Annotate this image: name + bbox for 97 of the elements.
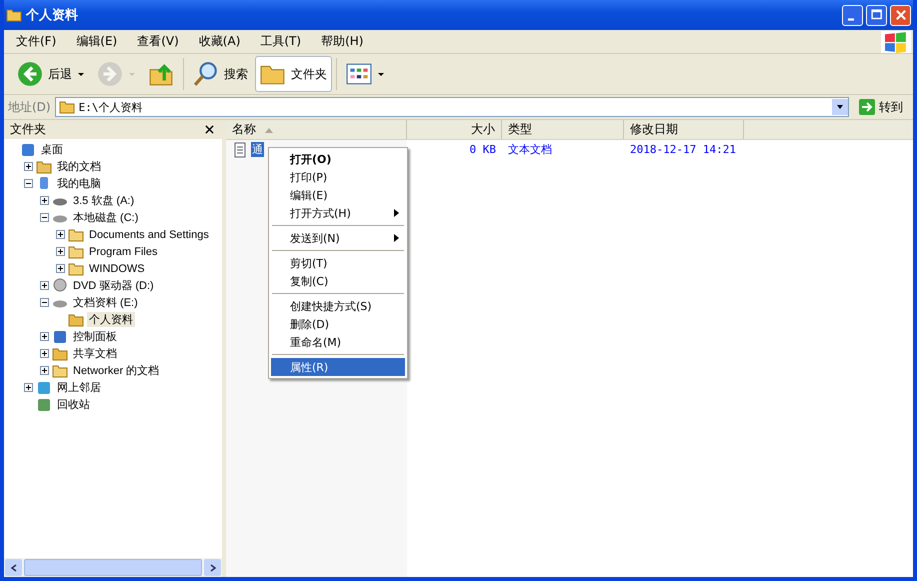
column-header[interactable]: 大小 [407, 120, 502, 139]
menu-item[interactable]: 创建快捷方式(S) [271, 297, 405, 315]
expander-icon[interactable] [40, 349, 49, 358]
folder-icon [58, 99, 75, 115]
expander-icon[interactable] [56, 264, 65, 273]
folder-icon [6, 7, 22, 23]
expander-icon[interactable] [40, 213, 49, 222]
tree-item[interactable]: 3.5 软盘 (A:) [71, 193, 136, 208]
tree-item[interactable]: Program Files [87, 246, 160, 258]
column-header[interactable]: 类型 [502, 120, 624, 139]
folder-icon [36, 158, 52, 174]
tree-item[interactable]: Networker 的文档 [71, 363, 162, 378]
file-date: 2018-12-17 14:21 [629, 143, 737, 156]
caret-icon [77, 70, 85, 78]
folders-button[interactable]: 文件夹 [255, 56, 332, 92]
close-icon[interactable] [205, 125, 214, 134]
tree-item[interactable]: WINDOWS [87, 262, 147, 274]
expander-icon[interactable] [40, 332, 49, 341]
submenu-arrow-icon [394, 234, 399, 242]
menu-item[interactable]: 复制(C) [271, 272, 405, 290]
menu-item[interactable]: 剪切(T) [271, 254, 405, 272]
expander-icon[interactable] [56, 230, 65, 239]
menu-item[interactable]: 帮助(H) [315, 33, 370, 50]
menu-item[interactable]: 打印(P) [271, 168, 405, 186]
menu-item[interactable]: 重命名(M) [271, 333, 405, 351]
tree-item[interactable]: 桌面 [39, 142, 65, 157]
menu-item[interactable]: 打开(O) [271, 150, 405, 168]
expander-icon[interactable] [56, 247, 65, 256]
minimize-button[interactable] [842, 4, 863, 26]
tree-item[interactable]: 个人资料 [87, 312, 135, 327]
menu-item[interactable]: 发送到(N) [271, 229, 405, 247]
folder-icon [68, 226, 84, 242]
menu-item[interactable]: 工具(T) [254, 33, 308, 50]
minimize-icon [848, 18, 854, 20]
windows-flag-icon [881, 30, 911, 52]
folder-icon [68, 260, 84, 276]
square-icon [52, 328, 68, 344]
menu-item[interactable]: 打开方式(H) [271, 204, 405, 222]
menu-item[interactable]: 编辑(E) [70, 33, 124, 50]
tree-item[interactable]: Documents and Settings [87, 228, 211, 240]
expander-icon[interactable] [40, 281, 49, 290]
square-icon [36, 380, 52, 396]
tree-item[interactable]: 我的文档 [55, 159, 103, 174]
address-label: 地址(D) [8, 98, 51, 116]
folder-icon [68, 244, 84, 260]
menu-item[interactable]: 文件(F) [10, 33, 62, 50]
folder-icon [52, 346, 68, 362]
menu-item[interactable]: 收藏(A) [192, 33, 246, 50]
right-arrow-icon [859, 99, 875, 115]
back-button[interactable]: 后退 [12, 56, 90, 92]
folder-icon [68, 312, 84, 328]
expander-icon[interactable] [24, 162, 33, 171]
maximize-icon [870, 8, 884, 22]
column-header[interactable]: 修改日期 [624, 120, 744, 139]
file-name[interactable]: 通 [251, 142, 264, 157]
search-button[interactable]: 搜索 [188, 56, 253, 92]
file-size: 0 KB [468, 143, 497, 156]
sort-icon [264, 126, 274, 132]
submenu-arrow-icon [394, 209, 399, 217]
tree-item[interactable]: 共享文档 [71, 346, 119, 361]
tree-item[interactable]: 文档资料 (E:) [71, 295, 140, 310]
expander-icon[interactable] [24, 383, 33, 392]
caret-icon [836, 103, 844, 111]
horizontal-scrollbar[interactable] [4, 558, 222, 577]
tree-item[interactable]: 网上邻居 [55, 380, 103, 395]
tree-item[interactable]: DVD 驱动器 (D:) [71, 278, 156, 293]
square-icon [20, 142, 36, 158]
expander-icon[interactable] [40, 298, 49, 307]
maximize-button[interactable] [866, 4, 887, 26]
file-type: 文本文档 [507, 142, 553, 157]
search-icon [193, 61, 219, 87]
square-icon [36, 396, 52, 412]
expander-icon[interactable] [24, 179, 33, 188]
folder-up-icon [148, 61, 174, 87]
menu-item[interactable]: 查看(V) [131, 33, 185, 50]
menu-item[interactable]: 属性(R) [271, 358, 405, 376]
address-field[interactable]: E:\个人资料 [54, 97, 849, 117]
menu-item[interactable]: 删除(D) [271, 315, 405, 333]
views-icon [346, 61, 372, 87]
tree-item[interactable]: 控制面板 [71, 329, 119, 344]
expander-icon[interactable] [40, 196, 49, 205]
tree-item[interactable]: 本地磁盘 (C:) [71, 210, 140, 225]
dropdown-button[interactable] [832, 99, 848, 115]
window-title: 个人资料 [26, 7, 79, 24]
caret-icon [128, 70, 136, 78]
tree-item[interactable]: 回收站 [55, 397, 92, 412]
column-header[interactable]: 名称 [226, 120, 407, 139]
go-button[interactable]: 转到 [853, 98, 909, 116]
close-button[interactable] [890, 4, 911, 26]
folder-icon [52, 362, 68, 378]
close-icon [894, 8, 908, 22]
tree-item[interactable]: 我的电脑 [55, 176, 103, 191]
pane-title: 文件夹 [10, 121, 46, 138]
expander-icon[interactable] [40, 366, 49, 375]
disc-icon [52, 278, 68, 294]
menu-item[interactable]: 编辑(E) [271, 186, 405, 204]
caret-icon [377, 70, 385, 78]
